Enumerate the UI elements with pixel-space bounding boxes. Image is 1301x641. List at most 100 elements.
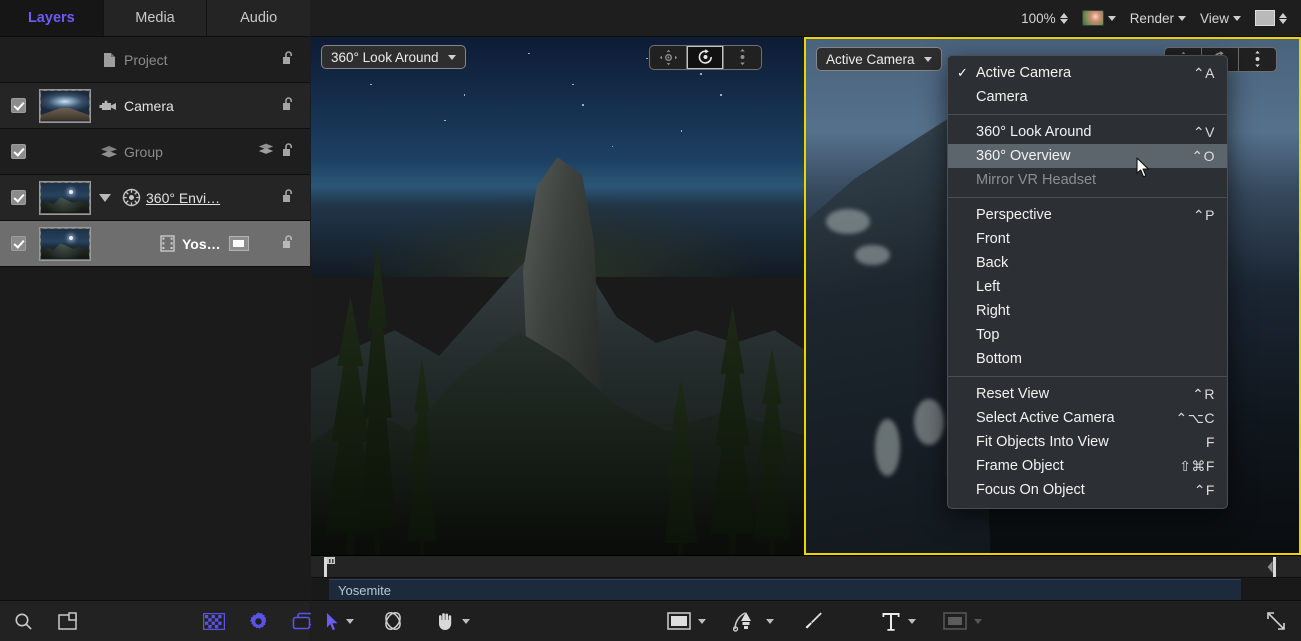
chevron-down-icon[interactable] (346, 619, 354, 624)
menu-item-perspective[interactable]: Perspective ⌃P (948, 203, 1227, 227)
layer-enable-checkbox[interactable] (11, 236, 26, 251)
layer-name: Group (124, 144, 163, 160)
menu-separator (948, 114, 1227, 115)
add-layer-icon[interactable] (58, 612, 78, 631)
background-swatch-control[interactable] (1255, 10, 1287, 26)
unlock-icon[interactable] (282, 234, 296, 254)
menu-item-label: Left (976, 279, 1000, 295)
menu-item-label: Right (976, 303, 1010, 319)
layers-panel: Layers Media Audio Project (0, 0, 310, 641)
shape-rect-tool[interactable] (667, 612, 691, 630)
menu-item-active-camera[interactable]: ✓ Active Camera ⌃A (948, 61, 1227, 85)
layer-row-yosemite[interactable]: Yos… (0, 221, 310, 267)
paint-stroke-tool[interactable] (802, 610, 824, 632)
search-icon[interactable] (14, 612, 33, 631)
menu-item-top[interactable]: Top (948, 323, 1227, 347)
menu-item-fit-objects-into-view[interactable]: Fit Objects Into View F (948, 430, 1227, 454)
chevron-down-icon[interactable] (462, 619, 470, 624)
layer-row-group[interactable]: Group (0, 129, 310, 175)
layer-thumbnail-cell (36, 89, 94, 123)
bezier-pen-tool[interactable] (733, 610, 759, 632)
pan-tool-button[interactable] (650, 46, 687, 69)
render-menu-label: Render (1130, 11, 1174, 26)
layer-row-right (257, 129, 310, 174)
pan-hand-tool[interactable] (435, 611, 455, 631)
layer-name: Yos… (182, 236, 221, 252)
tools-toolbar (311, 600, 1301, 641)
chevron-down-icon[interactable] (766, 619, 774, 624)
timeline-ruler[interactable] (311, 556, 1301, 578)
disclosure-triangle-icon[interactable] (94, 194, 116, 202)
tab-media[interactable]: Media (104, 0, 208, 36)
checkerboard-icon[interactable] (203, 613, 225, 630)
stepper-icon[interactable] (1279, 13, 1287, 24)
mask-tool[interactable] (943, 612, 967, 630)
gear-icon[interactable] (248, 611, 269, 632)
layer-enable-cell (0, 52, 36, 67)
3d-transform-tool[interactable] (382, 611, 404, 631)
chevron-down-icon[interactable] (974, 619, 982, 624)
layer-name: Project (124, 52, 168, 68)
viewport-left-view-popup[interactable]: 360° Look Around (321, 45, 466, 69)
unlock-icon[interactable] (282, 50, 296, 70)
timeline-clip[interactable]: Yosemite (329, 579, 1241, 600)
menu-item-frame-object[interactable]: Frame Object ⇧⌘F (948, 454, 1227, 478)
menu-item-bottom[interactable]: Bottom (948, 347, 1227, 371)
menu-item-360-look-around[interactable]: 360° Look Around ⌃V (948, 120, 1227, 144)
layer-row-camera[interactable]: Camera (0, 83, 310, 129)
layer-enable-checkbox[interactable] (11, 144, 26, 159)
layer-row-project[interactable]: Project (0, 37, 310, 83)
menu-item-front[interactable]: Front (948, 227, 1227, 251)
render-menu[interactable]: Render (1130, 11, 1186, 26)
layer-enable-checkbox[interactable] (11, 98, 26, 113)
dolly-tool-button[interactable] (1239, 48, 1276, 71)
menu-item-shortcut: ⌃⌥C (1176, 410, 1215, 427)
unlock-icon[interactable] (282, 96, 296, 116)
menu-item-right[interactable]: Right (948, 299, 1227, 323)
menu-item-select-active-camera[interactable]: Select Active Camera ⌃⌥C (948, 406, 1227, 430)
tab-audio-label: Audio (240, 10, 277, 26)
layer-row-360-environment[interactable]: 360° Envi… (0, 175, 310, 221)
layer-enable-checkbox[interactable] (11, 190, 26, 205)
orbit-tool-button[interactable] (687, 46, 724, 69)
menu-item-back[interactable]: Back (948, 251, 1227, 275)
viewport-right-view-popup[interactable]: Active Camera (816, 47, 942, 71)
select-arrow-tool[interactable] (326, 612, 339, 631)
menu-item-mirror-vr-headset: Mirror VR Headset (948, 168, 1227, 192)
tab-audio[interactable]: Audio (207, 0, 310, 36)
playhead-marker[interactable] (324, 557, 335, 577)
zoom-level-control[interactable]: 100% (1021, 11, 1068, 26)
unlock-icon[interactable] (282, 188, 296, 208)
text-tool[interactable] (881, 611, 901, 632)
menu-item-focus-on-object[interactable]: Focus On Object ⌃F (948, 478, 1227, 502)
view-popup-menu[interactable]: ✓ Active Camera ⌃A Camera 360° Look Arou… (947, 55, 1228, 509)
out-point-marker[interactable] (1265, 557, 1276, 577)
resize-diagonal-icon[interactable] (1266, 611, 1286, 631)
menu-item-shortcut: ⇧⌘F (1179, 458, 1215, 475)
chevron-down-icon[interactable] (698, 619, 706, 624)
menu-item-shortcut: ⌃V (1193, 124, 1215, 141)
layer-enable-cell (0, 144, 36, 159)
menu-item-360-overview[interactable]: 360° Overview ⌃O (948, 144, 1227, 168)
mini-timeline[interactable]: Yosemite (311, 555, 1301, 600)
chevron-down-icon (1178, 16, 1186, 21)
tab-layers[interactable]: Layers (0, 0, 104, 36)
checkmark-icon: ✓ (957, 65, 968, 81)
360-environment-icon (116, 188, 146, 207)
menu-item-left[interactable]: Left (948, 275, 1227, 299)
zoom-level-value: 100% (1021, 11, 1056, 26)
color-swatch-control[interactable] (1082, 10, 1116, 26)
timeline-clip-label: Yosemite (338, 583, 391, 598)
view-menu[interactable]: View (1200, 11, 1241, 26)
view-menu-label: View (1200, 11, 1229, 26)
chevron-down-icon (1108, 16, 1116, 21)
stepper-icon[interactable] (1060, 13, 1068, 24)
chevron-down-icon[interactable] (908, 619, 916, 624)
dolly-tool-button[interactable] (724, 46, 761, 69)
mask-badge-icon[interactable] (229, 236, 249, 251)
menu-item-reset-view[interactable]: Reset View ⌃R (948, 382, 1227, 406)
menu-item-camera[interactable]: Camera (948, 85, 1227, 109)
unlock-icon[interactable] (282, 142, 296, 162)
timeline-track[interactable]: Yosemite (311, 579, 1301, 600)
viewport-left[interactable]: 360° Look Around (311, 37, 804, 555)
